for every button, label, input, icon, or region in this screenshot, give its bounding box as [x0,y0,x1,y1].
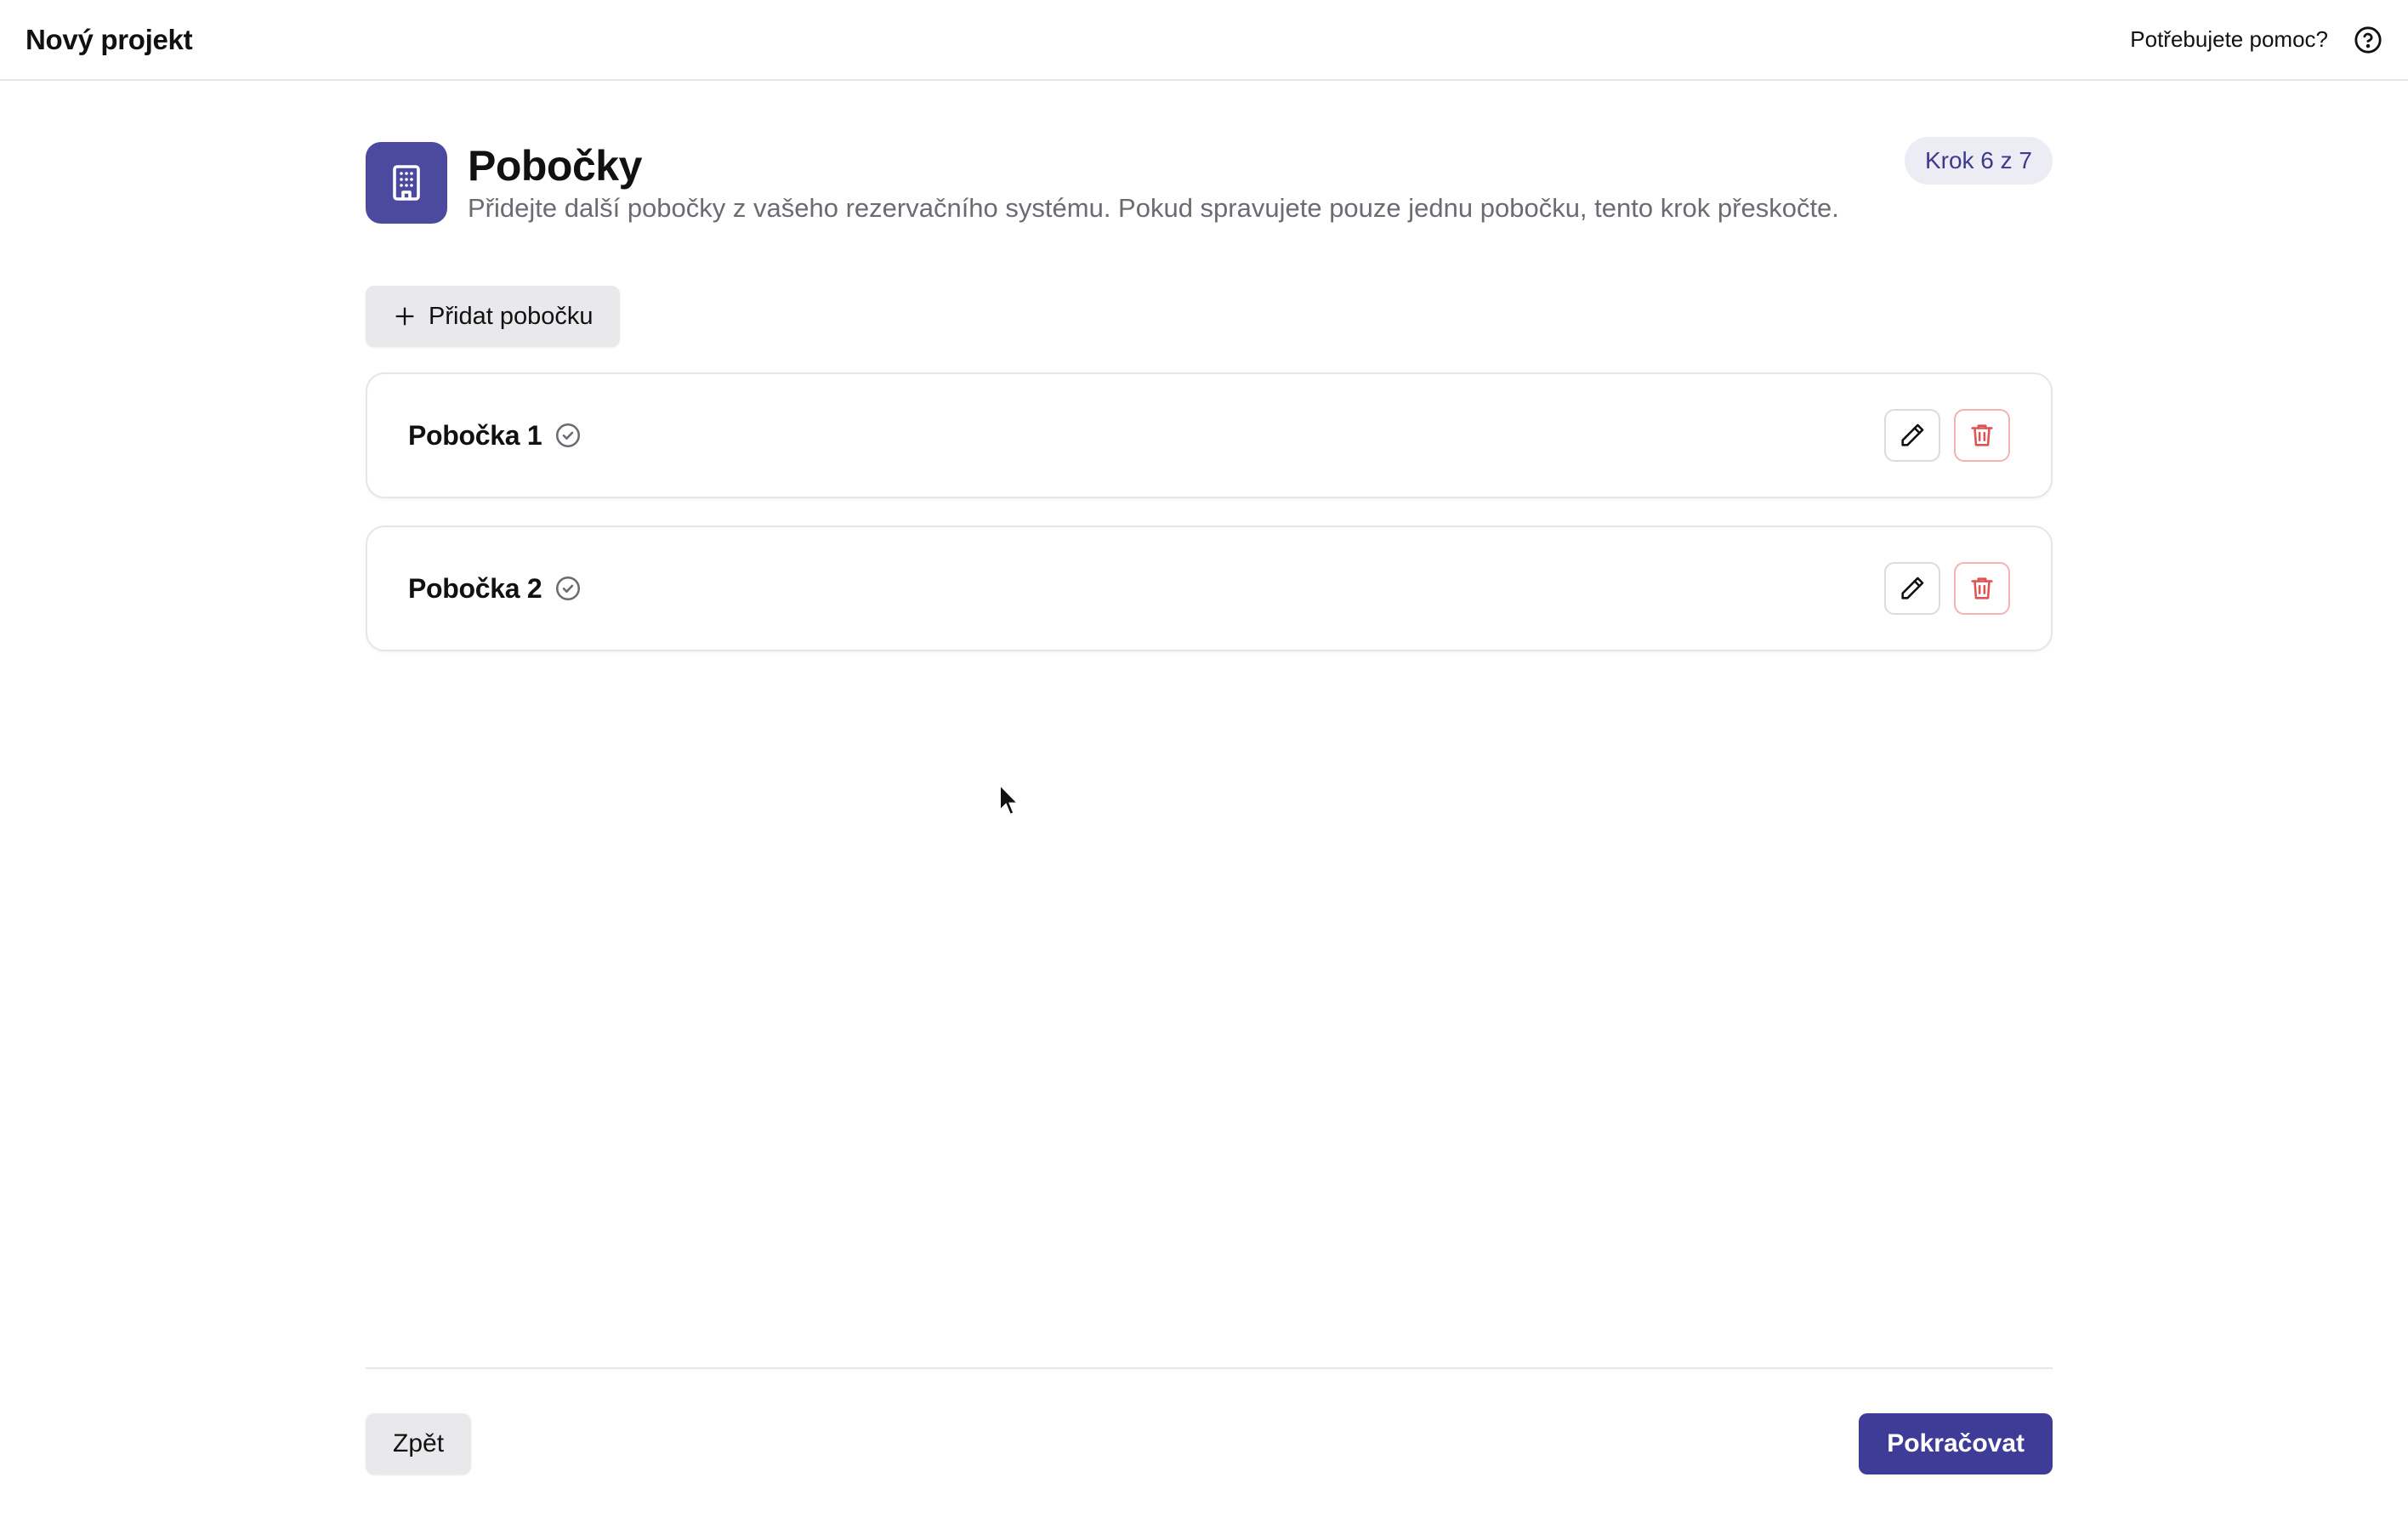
pencil-icon [1898,574,1927,603]
plus-icon [393,304,417,328]
step-header: Pobočky Přidejte další pobočky z vašeho … [366,137,2053,227]
delete-branch-button[interactable] [1954,562,2010,615]
edit-branch-button[interactable] [1884,409,1940,462]
trash-icon [1968,421,1996,450]
trash-icon [1968,574,1996,603]
footer: Zpět Pokračovat [366,1367,2053,1474]
mouse-cursor-icon [998,783,1020,817]
help-label: Potřebujete pomoc? [2130,26,2328,52]
top-bar: Nový projekt Potřebujete pomoc? [0,0,2408,81]
add-branch-button[interactable]: Přidat pobočku [366,286,621,347]
add-branch-label: Přidat pobočku [429,302,593,330]
check-circle-icon [554,421,582,450]
app-title: Nový projekt [26,23,193,55]
page-subtitle: Přidejte další pobočky z vašeho rezervač… [468,193,1839,223]
branch-card: Pobočka 2 [366,526,2053,651]
branch-name: Pobočka 1 [408,419,542,451]
check-circle-icon [554,574,582,603]
back-button[interactable]: Zpět [366,1413,472,1474]
delete-branch-button[interactable] [1954,409,2010,462]
step-badge: Krok 6 z 7 [1904,137,2053,185]
branch-name: Pobočka 2 [408,572,542,604]
branch-list: Pobočka 1 Pobočka 2 [366,372,2053,651]
help-circle-icon[interactable] [2354,26,2382,54]
pencil-icon [1898,421,1927,450]
main-content: Pobočky Přidejte další pobočky z vašeho … [366,81,2053,679]
continue-button[interactable]: Pokračovat [1859,1413,2053,1474]
building-icon [366,142,447,224]
help-link[interactable]: Potřebujete pomoc? [2130,26,2382,54]
branch-card: Pobočka 1 [366,372,2053,498]
page-title: Pobočky [468,142,642,190]
edit-branch-button[interactable] [1884,562,1940,615]
